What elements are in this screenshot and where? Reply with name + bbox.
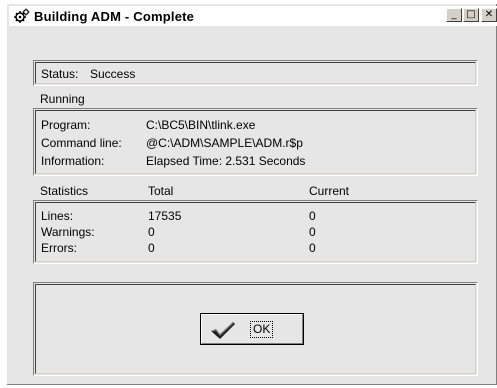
current-heading: Current [309, 184, 350, 198]
checkmark-icon [211, 322, 235, 339]
running-heading: Running [40, 92, 85, 106]
window-title: Building ADM - Complete [34, 8, 195, 24]
command-line-value: @C:\ADM\SAMPLE\ADM.r$p [146, 136, 303, 150]
information-value: Elapsed Time: 2.531 Seconds [146, 154, 306, 168]
ok-button-label: OK [250, 321, 274, 338]
command-line-label: Command line: [41, 136, 122, 150]
warnings-label: Warnings: [41, 225, 95, 239]
lines-total: 17535 [148, 209, 182, 223]
running-panel: Program: C:\BC5\BIN\tlink.exe Command li… [33, 108, 478, 176]
status-label: Status: [41, 67, 79, 81]
program-label: Program: [41, 118, 91, 132]
build-gears-icon [14, 8, 30, 23]
errors-label: Errors: [41, 241, 77, 255]
maximize-button[interactable]: □ [463, 8, 479, 22]
maximize-icon: □ [466, 9, 476, 20]
title-bar[interactable]: Building ADM - Complete _ □ ✕ [9, 6, 497, 26]
minimize-icon: _ [451, 9, 457, 20]
total-heading: Total [148, 184, 174, 198]
lines-current: 0 [309, 209, 316, 223]
lines-label: Lines: [41, 209, 74, 223]
build-complete-dialog: Building ADM - Complete _ □ ✕ Status: Su… [6, 3, 497, 385]
statistics-heading: Statistics [40, 184, 89, 198]
warnings-total: 0 [148, 225, 155, 239]
warnings-current: 0 [309, 225, 316, 239]
errors-total: 0 [148, 241, 155, 255]
errors-current: 0 [309, 241, 316, 255]
information-label: Information: [41, 154, 105, 168]
status-panel: Status: Success [33, 60, 478, 86]
minimize-button[interactable]: _ [446, 8, 462, 22]
ok-button[interactable]: OK [200, 313, 304, 345]
program-value: C:\BC5\BIN\tlink.exe [146, 118, 256, 132]
status-value: Success [90, 67, 136, 81]
statistics-panel: Lines: 17535 0 Warnings: 0 0 Errors: 0 0 [33, 200, 478, 264]
close-icon: ✕ [484, 9, 494, 20]
close-button[interactable]: ✕ [481, 8, 497, 22]
